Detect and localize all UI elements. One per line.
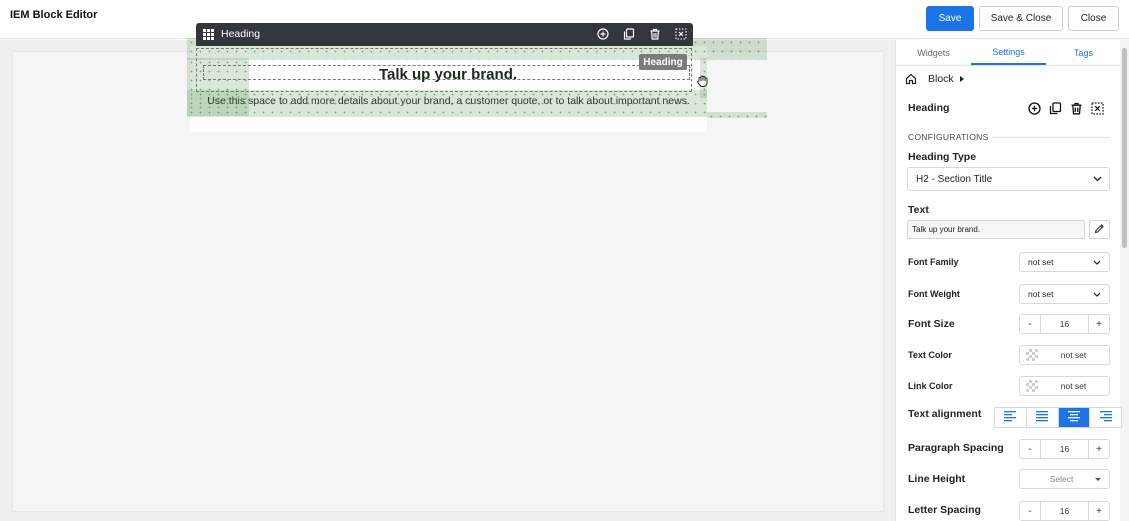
heading-type-value: H2 - Section Title [916, 173, 993, 185]
paragraph-spacing-stepper: - 16 + [1019, 439, 1110, 459]
font-size-stepper: - 16 + [1019, 314, 1110, 334]
font-family-label: Font Family [908, 257, 959, 267]
hover-overlay-edge [707, 112, 767, 118]
trash-icon[interactable] [648, 27, 662, 41]
link-color-label: Link Color [908, 381, 953, 391]
font-size-label: Font Size [908, 318, 955, 330]
text-color-value: not set [1060, 350, 1087, 360]
chevron-down-icon [1089, 254, 1105, 270]
letter-spacing-increment[interactable]: + [1088, 502, 1109, 520]
heading-type-select[interactable]: H2 - Section Title [907, 167, 1110, 191]
align-right-button[interactable] [1090, 408, 1121, 427]
app-title: IEM Block Editor [10, 9, 98, 21]
block-actions [1027, 101, 1104, 115]
font-size-decrement[interactable]: - [1020, 315, 1041, 333]
block-toolbar: Heading [196, 23, 693, 46]
grid-icon[interactable] [203, 29, 214, 40]
line-height-select[interactable]: Select [1019, 469, 1110, 489]
align-right-icon [1099, 410, 1112, 425]
trash-icon[interactable] [1069, 101, 1083, 115]
heading-text[interactable]: Talk up your brand. [196, 66, 700, 83]
font-weight-value: not set [1028, 289, 1054, 299]
save-button[interactable]: Save [926, 6, 974, 31]
caret-down-icon [1095, 477, 1101, 481]
align-center-icon [1067, 410, 1080, 425]
letter-spacing-decrement[interactable]: - [1020, 502, 1041, 520]
toolbar-actions [596, 27, 688, 41]
font-weight-select[interactable]: not set [1019, 284, 1110, 304]
edit-text-button[interactable] [1089, 220, 1110, 239]
text-color-label: Text Color [908, 350, 952, 360]
transparent-swatch-icon [1026, 349, 1038, 361]
section-divider [992, 137, 1110, 138]
tab-tags[interactable]: Tags [1046, 40, 1121, 65]
pencil-icon [1094, 223, 1105, 237]
align-center-button[interactable] [1058, 408, 1091, 427]
duplicate-icon[interactable] [622, 27, 636, 41]
chevron-down-icon [1089, 171, 1105, 187]
panel-tabs: Widgets Settings Tags [896, 40, 1121, 66]
transparent-swatch-icon [1026, 380, 1038, 392]
close-button[interactable]: Close [1068, 6, 1119, 31]
breadcrumb-block[interactable]: Block [928, 73, 954, 85]
toolbar-title: Heading [221, 28, 261, 40]
tab-widgets[interactable]: Widgets [896, 40, 971, 65]
paragraph-text[interactable]: Use this space to add more details about… [190, 95, 707, 107]
font-family-select[interactable]: not set [1019, 252, 1110, 272]
link-color-value: not set [1060, 381, 1087, 391]
align-justify-button[interactable] [1027, 408, 1059, 427]
grab-hand-icon [696, 74, 710, 88]
paragraph-spacing-decrement[interactable]: - [1020, 440, 1041, 458]
block-title: Heading [908, 102, 950, 114]
tab-settings[interactable]: Settings [971, 40, 1046, 65]
configurations-label: CONFIGURATIONS [908, 132, 989, 142]
link-color-picker[interactable]: not set [1019, 376, 1110, 396]
chevron-down-icon [1089, 286, 1105, 302]
paragraph-spacing-increment[interactable]: + [1088, 440, 1109, 458]
top-actions: Save Save & Close Close [926, 6, 1119, 31]
home-icon[interactable] [905, 73, 917, 85]
deselect-icon[interactable] [1090, 101, 1104, 115]
text-color-picker[interactable]: not set [1019, 345, 1110, 365]
letter-spacing-label: Letter Spacing [908, 504, 981, 516]
align-left-icon [1004, 410, 1017, 425]
deselect-icon[interactable] [674, 27, 688, 41]
font-size-value[interactable]: 16 [1041, 315, 1088, 333]
font-size-increment[interactable]: + [1088, 315, 1109, 333]
align-left-button[interactable] [995, 408, 1027, 427]
panel-scrollbar[interactable] [1120, 40, 1129, 521]
letter-spacing-value[interactable]: 16 [1041, 502, 1088, 520]
align-justify-icon [1036, 410, 1049, 425]
font-family-value: not set [1028, 257, 1054, 267]
settings-panel: Widgets Settings Tags Block Heading CONF… [895, 40, 1129, 521]
paragraph-spacing-value[interactable]: 16 [1041, 440, 1088, 458]
paragraph-spacing-label: Paragraph Spacing [908, 442, 1004, 454]
line-height-value: Select [1049, 474, 1074, 484]
text-alignment-group [994, 407, 1122, 428]
heading-badge: Heading [639, 54, 687, 70]
text-field[interactable]: Talk up your brand. [907, 220, 1085, 239]
caret-right-icon [960, 76, 964, 82]
save-and-close-button[interactable]: Save & Close [979, 6, 1063, 31]
text-label: Text [908, 204, 929, 216]
duplicate-icon[interactable] [1048, 101, 1062, 115]
font-weight-label: Font Weight [908, 289, 960, 299]
line-height-label: Line Height [908, 473, 966, 485]
letter-spacing-stepper: - 16 + [1019, 501, 1110, 521]
scrollbar-thumb[interactable] [1122, 48, 1127, 248]
heading-type-label: Heading Type [908, 151, 977, 163]
add-circle-icon[interactable] [1027, 101, 1041, 115]
text-alignment-label: Text alignment [908, 408, 982, 420]
add-circle-icon[interactable] [596, 27, 610, 41]
